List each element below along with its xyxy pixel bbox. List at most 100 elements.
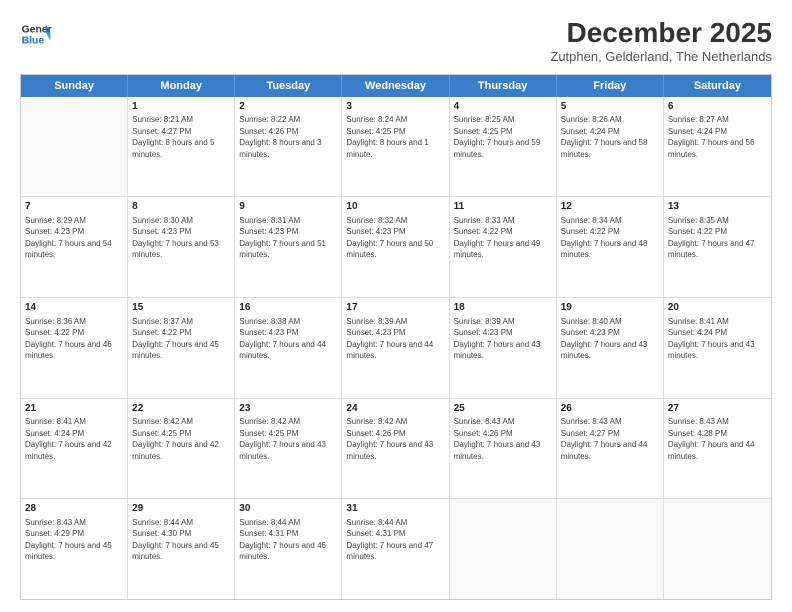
weekday-monday: Monday <box>128 75 235 97</box>
weekday-friday: Friday <box>557 75 664 97</box>
header: General Blue December 2025 Zutphen, Geld… <box>20 18 772 64</box>
cell-info: Sunrise: 8:24 AMSunset: 4:25 PMDaylight:… <box>346 115 428 158</box>
calendar-cell: 6Sunrise: 8:27 AMSunset: 4:24 PMDaylight… <box>664 97 771 197</box>
day-number: 28 <box>25 502 123 516</box>
day-number: 3 <box>346 100 444 114</box>
day-number: 17 <box>346 301 444 315</box>
logo-icon: General Blue <box>20 18 52 50</box>
weekday-saturday: Saturday <box>664 75 771 97</box>
day-number: 20 <box>668 301 767 315</box>
calendar-cell: 8 Sunrise: 8:30 AMSunset: 4:23 PMDaylight… <box>128 197 235 297</box>
day-number: 15 <box>132 301 230 315</box>
cell-info: Sunrise: 8:44 AMSunset: 4:31 PMDaylight:… <box>346 518 433 561</box>
cell-info: Sunrise: 8:41 AMSunset: 4:24 PMDaylight:… <box>25 417 112 460</box>
day-number: 10 <box>346 200 444 214</box>
calendar-cell: 5Sunrise: 8:26 AMSunset: 4:24 PMDaylight… <box>557 97 664 197</box>
cell-info: Sunrise: 8:41 AMSunset: 4:24 PMDaylight:… <box>668 317 755 360</box>
calendar-row: 21Sunrise: 8:41 AMSunset: 4:24 PMDayligh… <box>21 399 771 500</box>
calendar-cell: 15 Sunrise: 8:37 AMSunset: 4:22 PMDayligh… <box>128 298 235 398</box>
calendar-cell: 10 Sunrise: 8:32 AMSunset: 4:23 PMDayligh… <box>342 197 449 297</box>
day-number: 22 <box>132 402 230 416</box>
cell-info: Sunrise: 8:33 AMSunset: 4:22 PMDaylight:… <box>454 216 541 259</box>
day-number: 18 <box>454 301 552 315</box>
cell-info: Sunrise: 8:40 AMSunset: 4:23 PMDaylight:… <box>561 317 648 360</box>
day-number: 12 <box>561 200 659 214</box>
cell-info: Sunrise: 8:43 AMSunset: 4:27 PMDaylight:… <box>561 417 648 460</box>
calendar-cell: 22Sunrise: 8:42 AMSunset: 4:25 PMDayligh… <box>128 399 235 499</box>
day-number: 25 <box>454 402 552 416</box>
calendar-cell <box>21 97 128 197</box>
subtitle: Zutphen, Gelderland, The Netherlands <box>550 49 772 64</box>
cell-info: Sunrise: 8:27 AMSunset: 4:24 PMDaylight:… <box>668 115 755 158</box>
day-number: 16 <box>239 301 337 315</box>
calendar-cell: 30Sunrise: 8:44 AMSunset: 4:31 PMDayligh… <box>235 499 342 599</box>
svg-text:Blue: Blue <box>22 36 45 47</box>
calendar-cell <box>450 499 557 599</box>
calendar-cell <box>557 499 664 599</box>
weekday-thursday: Thursday <box>450 75 557 97</box>
calendar-cell: 13Sunrise: 8:35 AMSunset: 4:22 PMDayligh… <box>664 197 771 297</box>
cell-info: Sunrise: 8:44 AMSunset: 4:30 PMDaylight:… <box>132 518 219 561</box>
cell-info: Sunrise: 8:43 AMSunset: 4:28 PMDaylight:… <box>668 417 755 460</box>
cell-info: Sunrise: 8:42 AMSunset: 4:26 PMDaylight:… <box>346 417 433 460</box>
cell-info: Sunrise: 8:43 AMSunset: 4:26 PMDaylight:… <box>454 417 541 460</box>
weekday-sunday: Sunday <box>21 75 128 97</box>
title-section: December 2025 Zutphen, Gelderland, The N… <box>550 18 772 64</box>
cell-info: Sunrise: 8:32 AMSunset: 4:23 PMDaylight:… <box>346 216 433 259</box>
month-title: December 2025 <box>550 18 772 49</box>
day-number: 2 <box>239 100 337 114</box>
day-number: 23 <box>239 402 337 416</box>
cell-info: Sunrise: 8:44 AMSunset: 4:31 PMDaylight:… <box>239 518 326 561</box>
logo: General Blue <box>20 18 52 50</box>
day-number: 8 <box>132 200 230 214</box>
calendar-cell: 27Sunrise: 8:43 AMSunset: 4:28 PMDayligh… <box>664 399 771 499</box>
calendar-cell: 20 Sunrise: 8:41 AMSunset: 4:24 PMDayligh… <box>664 298 771 398</box>
day-number: 9 <box>239 200 337 214</box>
cell-info: Sunrise: 8:29 AMSunset: 4:23 PMDaylight:… <box>25 216 112 259</box>
cell-info: Sunrise: 8:35 AMSunset: 4:22 PMDaylight:… <box>668 216 755 259</box>
cell-info: Sunrise: 8:30 AMSunset: 4:23 PMDaylight:… <box>132 216 219 259</box>
cell-info: Sunrise: 8:34 AMSunset: 4:22 PMDaylight:… <box>561 216 648 259</box>
calendar-cell: 7 Sunrise: 8:29 AMSunset: 4:23 PMDaylight… <box>21 197 128 297</box>
calendar-cell <box>664 499 771 599</box>
calendar-cell: 16 Sunrise: 8:38 AMSunset: 4:23 PMDayligh… <box>235 298 342 398</box>
calendar-cell: 19Sunrise: 8:40 AMSunset: 4:23 PMDayligh… <box>557 298 664 398</box>
calendar-cell: 31Sunrise: 8:44 AMSunset: 4:31 PMDayligh… <box>342 499 449 599</box>
day-number: 26 <box>561 402 659 416</box>
calendar-row: 28 Sunrise: 8:43 AMSunset: 4:29 PMDayligh… <box>21 499 771 599</box>
calendar-row: 1Sunrise: 8:21 AMSunset: 4:27 PMDaylight… <box>21 97 771 198</box>
cell-info: Sunrise: 8:39 AMSunset: 4:23 PMDaylight:… <box>454 317 541 360</box>
calendar-cell: 25Sunrise: 8:43 AMSunset: 4:26 PMDayligh… <box>450 399 557 499</box>
cell-info: Sunrise: 8:43 AMSunset: 4:29 PMDaylight:… <box>25 518 112 561</box>
cell-info: Sunrise: 8:37 AMSunset: 4:22 PMDaylight:… <box>132 317 219 360</box>
calendar: Sunday Monday Tuesday Wednesday Thursday… <box>20 74 772 600</box>
calendar-cell: 29 Sunrise: 8:44 AMSunset: 4:30 PMDayligh… <box>128 499 235 599</box>
cell-info: Sunrise: 8:42 AMSunset: 4:25 PMDaylight:… <box>132 417 219 460</box>
calendar-body: 1Sunrise: 8:21 AMSunset: 4:27 PMDaylight… <box>21 97 771 599</box>
cell-info: Sunrise: 8:26 AMSunset: 4:24 PMDaylight:… <box>561 115 648 158</box>
cell-info: Sunrise: 8:22 AMSunset: 4:26 PMDaylight:… <box>239 115 321 158</box>
calendar-header: Sunday Monday Tuesday Wednesday Thursday… <box>21 75 771 97</box>
calendar-cell: 4Sunrise: 8:25 AMSunset: 4:25 PMDaylight… <box>450 97 557 197</box>
calendar-row: 7 Sunrise: 8:29 AMSunset: 4:23 PMDaylight… <box>21 197 771 298</box>
cell-info: Sunrise: 8:31 AMSunset: 4:23 PMDaylight:… <box>239 216 326 259</box>
weekday-tuesday: Tuesday <box>235 75 342 97</box>
cell-info: Sunrise: 8:38 AMSunset: 4:23 PMDaylight:… <box>239 317 326 360</box>
calendar-cell: 1Sunrise: 8:21 AMSunset: 4:27 PMDaylight… <box>128 97 235 197</box>
calendar-cell: 28 Sunrise: 8:43 AMSunset: 4:29 PMDayligh… <box>21 499 128 599</box>
cell-info: Sunrise: 8:39 AMSunset: 4:23 PMDaylight:… <box>346 317 433 360</box>
cell-info: Sunrise: 8:25 AMSunset: 4:25 PMDaylight:… <box>454 115 541 158</box>
calendar-cell: 3Sunrise: 8:24 AMSunset: 4:25 PMDaylight… <box>342 97 449 197</box>
calendar-cell: 11Sunrise: 8:33 AMSunset: 4:22 PMDayligh… <box>450 197 557 297</box>
day-number: 21 <box>25 402 123 416</box>
calendar-cell: 17 Sunrise: 8:39 AMSunset: 4:23 PMDayligh… <box>342 298 449 398</box>
day-number: 29 <box>132 502 230 516</box>
calendar-cell: 2Sunrise: 8:22 AMSunset: 4:26 PMDaylight… <box>235 97 342 197</box>
cell-info: Sunrise: 8:36 AMSunset: 4:22 PMDaylight:… <box>25 317 112 360</box>
day-number: 7 <box>25 200 123 214</box>
day-number: 1 <box>132 100 230 114</box>
weekday-wednesday: Wednesday <box>342 75 449 97</box>
day-number: 6 <box>668 100 767 114</box>
calendar-cell: 14Sunrise: 8:36 AMSunset: 4:22 PMDayligh… <box>21 298 128 398</box>
calendar-cell: 18 Sunrise: 8:39 AMSunset: 4:23 PMDayligh… <box>450 298 557 398</box>
